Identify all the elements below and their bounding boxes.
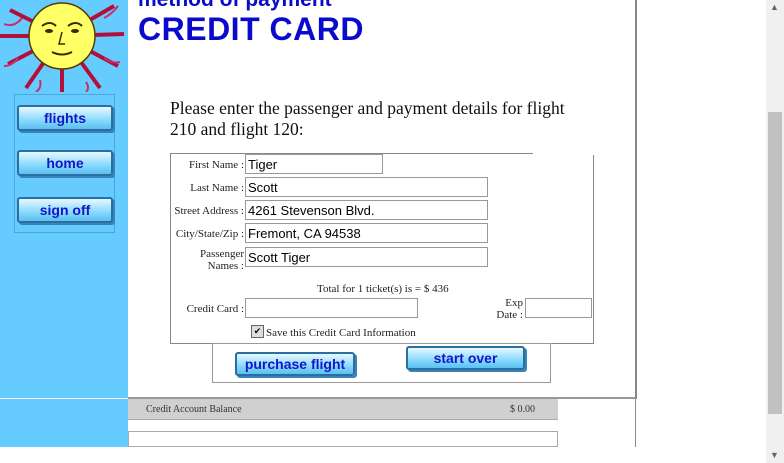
- last-name-label: Last Name :: [190, 182, 244, 194]
- vertical-scrollbar[interactable]: ▲ ▼: [766, 0, 784, 463]
- exp-date-label: Exp Date :: [473, 297, 523, 321]
- exp-label-line1: Exp: [505, 297, 523, 309]
- save-card-checkbox[interactable]: ✔: [251, 325, 264, 338]
- exp-label-line2: Date :: [496, 309, 523, 321]
- scroll-up-icon[interactable]: ▲: [770, 2, 779, 12]
- city-state-zip-field[interactable]: Fremont, CA 94538: [245, 223, 488, 243]
- form-divider: [593, 200, 594, 270]
- home-button[interactable]: home: [17, 150, 113, 176]
- passenger-names-field[interactable]: Scott Tiger: [245, 247, 488, 267]
- first-name-field[interactable]: Tiger: [245, 154, 383, 174]
- exp-date-field[interactable]: [525, 298, 592, 318]
- total-text: Total for 1 ticket(s) is = $ 436: [317, 283, 449, 295]
- last-name-field[interactable]: Scott: [245, 177, 488, 197]
- main-content: method of payment CREDIT CARD Please ent…: [128, 0, 637, 399]
- action-buttons: purchase flight start over: [212, 343, 551, 383]
- city-state-zip-label: City/State/Zip :: [175, 228, 244, 240]
- passenger-label-line1: Passenger: [200, 248, 244, 260]
- sun-logo: [0, 0, 128, 92]
- save-card-label: Save this Credit Card Information: [266, 327, 416, 339]
- balance-label: Credit Account Balance: [146, 404, 242, 415]
- sidebar: flights home sign off: [0, 0, 128, 398]
- flights-button[interactable]: flights: [17, 105, 113, 131]
- start-over-button[interactable]: start over: [406, 346, 525, 370]
- street-address-label: Street Address :: [174, 205, 244, 217]
- credit-card-field[interactable]: [245, 298, 418, 318]
- balance-row: Credit Account Balance $ 0.00: [128, 399, 558, 420]
- lower-divider: [635, 399, 636, 447]
- lower-frame: Credit Account Balance $ 0.00: [0, 399, 766, 463]
- page-title: CREDIT CARD: [138, 11, 364, 47]
- balance-value: $ 0.00: [510, 404, 535, 415]
- first-name-label: First Name :: [189, 159, 244, 171]
- credit-card-label: Credit Card :: [186, 303, 244, 315]
- scrollbar-thumb[interactable]: [768, 112, 782, 414]
- nav-panel: flights home sign off: [14, 94, 115, 233]
- passenger-label-line2: Names :: [207, 260, 244, 272]
- lower-box: [128, 431, 558, 447]
- lower-sidebar: [0, 399, 128, 447]
- street-address-field[interactable]: 4261 Stevenson Blvd.: [245, 200, 488, 220]
- purchase-flight-button[interactable]: purchase flight: [235, 352, 355, 376]
- payment-form: First Name : Tiger Last Name : Scott Str…: [170, 153, 597, 344]
- intro-text: Please enter the passenger and payment d…: [170, 98, 565, 139]
- passenger-names-label: Passenger Names :: [171, 248, 244, 272]
- scroll-down-icon[interactable]: ▼: [770, 450, 779, 460]
- sign-off-button[interactable]: sign off: [17, 197, 113, 223]
